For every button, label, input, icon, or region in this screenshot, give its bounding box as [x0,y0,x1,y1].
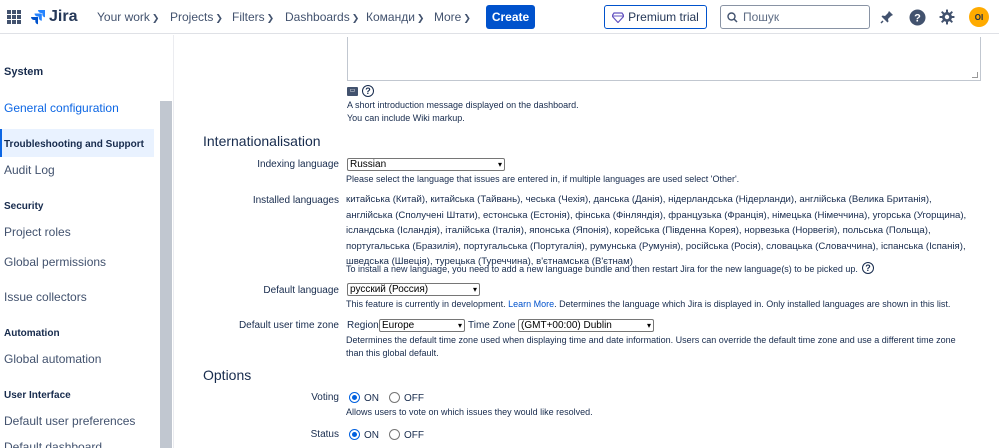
user-avatar[interactable]: OI [969,7,989,27]
premium-trial-label: Premium trial [628,10,699,24]
indexing-language-select[interactable]: Russian ▾ [347,158,505,171]
chevron-down-icon: ❯ [351,13,360,23]
nav-label: Projects [170,10,214,24]
settings-gear-icon[interactable] [937,7,957,27]
sidebar-active-indicator [0,129,2,157]
svg-text:?: ? [914,12,921,24]
sidebar-heading: System [4,66,44,78]
status-on-label: ON [364,430,379,441]
general-configuration-content: ▭ ? A short introduction message display… [174,35,999,448]
app-switcher-icon[interactable] [7,10,21,24]
nav-label: More [434,10,462,24]
search-icon [727,11,738,23]
logo-text: Jira [49,8,78,25]
indexing-language-help: Please select the language that issues a… [346,174,740,184]
status-label: Status [310,429,339,440]
chevron-down-icon: ❯ [266,13,275,23]
status-off-label: OFF [404,430,424,441]
voting-off-radio[interactable] [389,392,400,403]
voting-off-label: OFF [404,393,424,404]
region-value: Europe [382,320,415,331]
chevron-down-icon: ▾ [472,285,477,294]
voting-on-label: ON [364,393,379,404]
learn-more-link[interactable]: Learn More [508,299,554,309]
default-language-value: русский (Россия) [350,284,429,295]
nav-dashboards[interactable]: Dashboards ❯ [285,10,359,24]
default-language-help-text-2: . Determines the language which Jira is … [554,299,951,309]
nav-label: Dashboards [285,10,350,24]
resize-handle-icon[interactable] [972,72,978,78]
default-language-label: Default language [263,285,339,296]
nav-filters[interactable]: Filters ❯ [232,10,274,24]
sidebar-section-automation: Automation [4,328,60,339]
install-language-help-icon[interactable]: ? [862,262,874,274]
chevron-down-icon: ▾ [457,321,462,330]
nav-your-work[interactable]: Your work ❯ [97,10,159,24]
admin-sidebar: System General configuration Troubleshoo… [0,35,174,448]
notifications-icon[interactable] [877,7,897,27]
default-language-help: This feature is currently in development… [346,298,950,311]
sidebar-item-global-automation[interactable]: Global automation [4,352,101,366]
voting-help: Allows users to vote on which issues the… [346,407,593,417]
nav-projects[interactable]: Projects ❯ [170,10,223,24]
top-navigation: Jira Your work ❯ Projects ❯ Filters ❯ Dashb… [0,0,999,34]
default-language-select[interactable]: русский (Россия) ▾ [347,283,480,296]
jira-logo[interactable]: Jira [30,8,77,26]
help-icon[interactable]: ? [907,7,927,27]
internationalisation-title: Internationalisation [203,133,321,149]
time-zone-label: Time Zone [468,320,516,331]
create-button[interactable]: Create [486,5,535,29]
indexing-language-value: Russian [350,159,387,170]
installed-languages-list: китайська (Китай), китайська (Тайвань), … [346,194,967,267]
premium-trial-button[interactable]: Premium trial [604,5,707,29]
nav-label: Your work [97,10,150,24]
sidebar-item-audit-log[interactable]: Audit Log [4,163,55,177]
sidebar-item-issue-collectors[interactable]: Issue collectors [4,290,87,304]
status-on-radio[interactable] [349,429,360,440]
time-zone-help-line-1: Determines the default time zone used wh… [346,335,956,345]
nav-teams[interactable]: Команди ❯ [366,10,424,24]
chevron-down-icon: ❯ [215,13,223,23]
time-zone-select[interactable]: (GMT+00:00) Dublin ▾ [518,319,654,332]
search-input[interactable] [743,10,863,24]
sidebar-item-project-roles[interactable]: Project roles [4,225,71,239]
voting-label: Voting [311,392,339,403]
sidebar-item-default-dashboard[interactable]: Default dashboard [4,440,102,448]
introduction-textarea[interactable] [347,37,981,81]
sidebar-item-global-permissions[interactable]: Global permissions [4,255,106,269]
indexing-language-label: Indexing language [257,159,339,170]
installed-languages-help: To install a new language, you need to a… [346,264,858,274]
chevron-down-icon: ❯ [151,13,160,23]
time-zone-help-line-2: than this global default. [346,348,439,358]
installed-languages-label: Installed languages [252,195,339,206]
sidebar-item-general-configuration[interactable]: General configuration [4,101,119,115]
sidebar-item-default-user-preferences[interactable]: Default user preferences [4,414,135,428]
chevron-down-icon: ❯ [463,13,471,23]
wiki-markup-icon[interactable]: ▭ [347,87,358,96]
nav-label: Команди [366,10,415,24]
sidebar-scrollbar[interactable] [160,101,172,448]
chevron-down-icon: ❯ [416,13,425,23]
default-time-zone-label: Default user time zone [238,320,339,331]
gem-icon [612,11,625,23]
sidebar-section-security: Security [4,201,44,212]
chevron-down-icon: ▾ [646,321,651,330]
default-language-help-text: This feature is currently in development… [346,299,506,309]
region-select[interactable]: Europe ▾ [379,319,465,332]
jira-logo-icon [31,10,45,25]
intro-help-line-2: You can include Wiki markup. [347,113,465,123]
intro-help-line-1: A short introduction message displayed o… [347,100,579,110]
nav-label: Filters [232,10,265,24]
chevron-down-icon: ▾ [497,160,502,169]
wiki-help-icon[interactable]: ? [362,85,374,97]
region-label: Region [347,320,379,331]
sidebar-section-troubleshooting: Troubleshooting and Support [4,139,144,150]
voting-on-radio[interactable] [349,392,360,403]
nav-more[interactable]: More ❯ [434,10,471,24]
status-off-radio[interactable] [389,429,400,440]
options-title: Options [203,367,252,383]
search-box[interactable] [720,5,870,29]
sidebar-section-user-interface: User Interface [4,390,71,401]
time-zone-value: (GMT+00:00) Dublin [521,320,612,331]
